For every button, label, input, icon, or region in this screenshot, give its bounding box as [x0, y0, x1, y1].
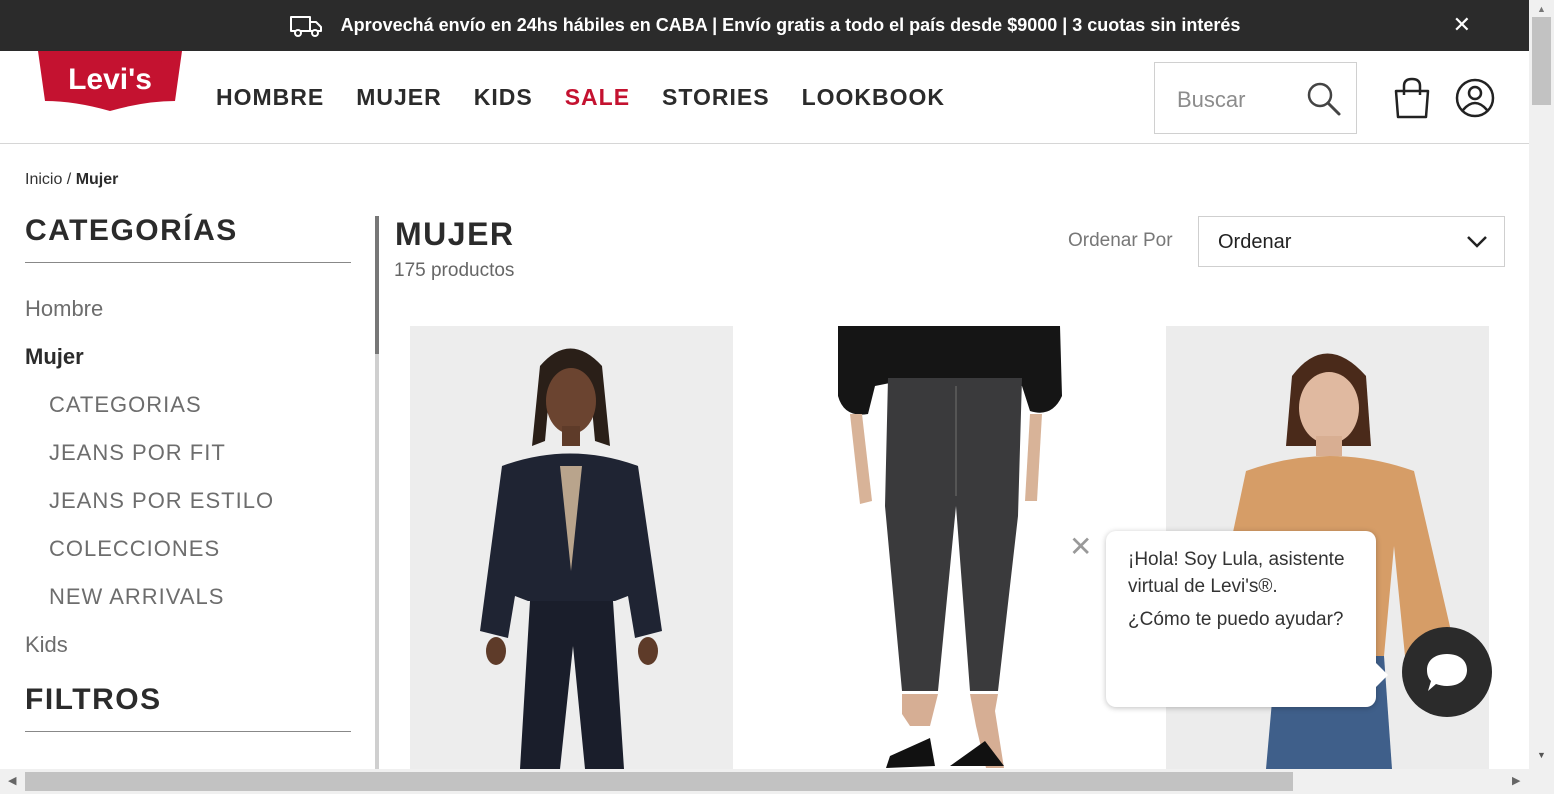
- scrollbar-corner: [1529, 769, 1554, 794]
- chat-question: ¿Cómo te puedo ayudar?: [1128, 609, 1344, 630]
- nav-hombre[interactable]: HOMBRE: [216, 84, 324, 111]
- search-icon[interactable]: [1306, 81, 1342, 117]
- horizontal-scrollbar[interactable]: ◀ ▶: [0, 769, 1529, 794]
- promo-bar: Aprovechá envío en 24hs hábiles en CABA …: [0, 0, 1529, 51]
- nav-sale[interactable]: SALE: [565, 84, 630, 111]
- site-header: Levi's HOMBRE MUJER KIDS SALE STORIES LO…: [0, 51, 1529, 144]
- shopping-bag-icon[interactable]: [1392, 77, 1432, 119]
- sidebar-item-new-arrivals[interactable]: NEW ARRIVALS: [25, 573, 351, 621]
- sidebar-item-mujer[interactable]: Mujer: [25, 333, 351, 381]
- vertical-scrollbar[interactable]: ▲ ▼: [1529, 0, 1554, 769]
- horizontal-scroll-thumb[interactable]: [25, 772, 1293, 791]
- search-placeholder: Buscar: [1177, 87, 1246, 112]
- sidebar-item-kids[interactable]: Kids: [25, 621, 351, 669]
- nav-mujer[interactable]: MUJER: [356, 84, 442, 111]
- breadcrumb: Inicio / Mujer: [25, 171, 118, 189]
- product-image[interactable]: [790, 326, 1113, 769]
- sidebar-item-hombre[interactable]: Hombre: [25, 285, 351, 333]
- sidebar-scrollbar[interactable]: [375, 216, 379, 769]
- chat-bubble-icon: [1427, 654, 1467, 691]
- category-list: Hombre Mujer CATEGORIAS JEANS POR FIT JE…: [25, 285, 351, 669]
- main-nav: HOMBRE MUJER KIDS SALE STORIES LOOKBOOK: [216, 84, 945, 111]
- chat-close-icon[interactable]: ✕: [1069, 530, 1092, 563]
- breadcrumb-separator: /: [62, 171, 76, 188]
- nav-kids[interactable]: KIDS: [474, 84, 533, 111]
- promo-text: Aprovechá envío en 24hs hábiles en CABA …: [340, 15, 1241, 35]
- sidebar-item-jeans-por-estilo[interactable]: JEANS POR ESTILO: [25, 477, 351, 525]
- user-account-icon[interactable]: [1455, 78, 1495, 118]
- scroll-right-icon[interactable]: ▶: [1512, 774, 1520, 787]
- scroll-down-icon[interactable]: ▼: [1537, 750, 1546, 760]
- scroll-left-icon[interactable]: ◀: [8, 774, 16, 787]
- product-count: 175 productos: [394, 260, 515, 281]
- close-icon[interactable]: ✕: [1453, 12, 1471, 38]
- product-image[interactable]: [410, 326, 733, 769]
- chat-button[interactable]: [1402, 627, 1492, 717]
- sidebar-item-jeans-por-fit[interactable]: JEANS POR FIT: [25, 429, 351, 477]
- levis-logo[interactable]: Levi's: [35, 51, 185, 113]
- product-card[interactable]: [790, 326, 1113, 769]
- sidebar-item-categorias[interactable]: CATEGORIAS: [25, 381, 351, 429]
- sidebar-item-colecciones[interactable]: COLECCIONES: [25, 525, 351, 573]
- categories-heading: CATEGORÍAS: [25, 214, 351, 263]
- sort-label: Ordenar Por: [1068, 230, 1173, 251]
- search-input[interactable]: Buscar: [1154, 62, 1357, 134]
- chat-greeting-bubble: ¡Hola! Soy Lula, asistente virtual de Le…: [1106, 531, 1388, 707]
- page-title: MUJER: [395, 216, 515, 252]
- logo-text: Levi's: [68, 63, 152, 96]
- category-sidebar: CATEGORÍAS Hombre Mujer CATEGORIAS JEANS…: [25, 214, 351, 732]
- product-card[interactable]: [410, 326, 733, 769]
- sort-value: Ordenar: [1218, 231, 1292, 253]
- nav-stories[interactable]: STORIES: [662, 84, 770, 111]
- vertical-scroll-thumb[interactable]: [1532, 17, 1551, 105]
- chevron-down-icon: [1467, 236, 1487, 248]
- chat-greeting: ¡Hola! Soy Lula, asistente virtual de Le…: [1128, 549, 1345, 597]
- truck-icon: [289, 15, 322, 37]
- filters-heading: FILTROS: [25, 683, 351, 732]
- breadcrumb-home[interactable]: Inicio: [25, 171, 62, 188]
- sort-select[interactable]: Ordenar: [1198, 216, 1505, 267]
- nav-lookbook[interactable]: LOOKBOOK: [802, 84, 945, 111]
- breadcrumb-current: Mujer: [75, 171, 119, 188]
- scroll-up-icon[interactable]: ▲: [1537, 4, 1546, 14]
